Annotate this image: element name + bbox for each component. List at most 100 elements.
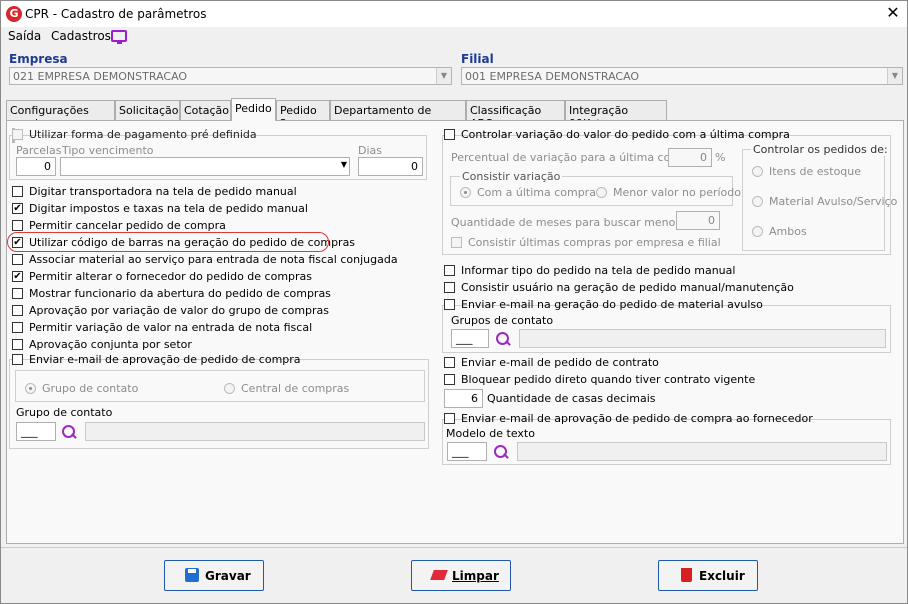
- checkbox-box[interactable]: [12, 288, 23, 299]
- chevron-down-icon[interactable]: ▼: [341, 160, 347, 169]
- checkbox-box[interactable]: [444, 282, 455, 293]
- checkbox-label: Enviar e-mail na geração do pedido de ma…: [461, 298, 763, 311]
- radio-dot[interactable]: [752, 196, 763, 207]
- checkbox-label: Utilizar forma de pagamento pré definida: [29, 128, 257, 141]
- checkbox-box[interactable]: [12, 186, 23, 197]
- check-email-avulso[interactable]: Enviar e-mail na geração do pedido de ma…: [444, 298, 763, 313]
- tab-cotacao[interactable]: Cotação: [180, 100, 231, 120]
- modelo-texto-desc-field: [517, 442, 887, 461]
- chevron-down-icon[interactable]: ▼: [436, 68, 451, 84]
- radio-dot[interactable]: [460, 187, 471, 198]
- excluir-label: Excluir: [699, 569, 745, 583]
- filial-select[interactable]: 001 EMPRESA DEMONSTRACAO ▼: [461, 67, 903, 85]
- check-email-aprovacao[interactable]: Enviar e-mail de aprovação de pedido de …: [12, 353, 301, 368]
- radio-dot[interactable]: [596, 187, 607, 198]
- tab-pedido-2[interactable]: Pedido 2: [276, 100, 330, 130]
- checkbox-box[interactable]: [451, 237, 462, 248]
- gravar-label: Gravar: [205, 569, 251, 583]
- radio-label: Ambos: [769, 225, 807, 238]
- menu-cadastros[interactable]: Cadastros: [51, 29, 111, 43]
- modelo-texto-code-input[interactable]: ___: [447, 442, 487, 461]
- check-controlar-variacao[interactable]: Controlar variação do valor do pedido co…: [444, 128, 790, 143]
- grupos-contato-code-input[interactable]: ___: [451, 329, 489, 348]
- checkbox-box[interactable]: [444, 413, 455, 424]
- checkbox-box[interactable]: [12, 354, 23, 365]
- checkbox-label: Permitir cancelar pedido de compra: [29, 219, 226, 232]
- parcelas-label: Parcelas: [16, 144, 62, 157]
- menu-bar: Saída Cadastros: [1, 27, 907, 47]
- tab-classificacao-abc[interactable]: Classificação ABC: [466, 100, 565, 130]
- radio-label: Grupo de contato: [42, 382, 139, 395]
- check-icon[interactable]: ✔: [12, 271, 23, 282]
- monitor-icon[interactable]: [111, 30, 127, 44]
- radio-label: Menor valor no período: [613, 186, 742, 199]
- checkbox-box[interactable]: [12, 339, 23, 350]
- radio-label: Central de compras: [241, 382, 350, 395]
- save-icon: [185, 568, 199, 582]
- gravar-button[interactable]: Gravar: [164, 560, 264, 591]
- filial-label: Filial: [461, 52, 494, 66]
- empresa-value: 021 EMPRESA DEMONSTRACAO: [13, 70, 188, 83]
- percent-sign: %: [715, 151, 726, 164]
- radio-label: Itens de estoque: [769, 165, 862, 178]
- checkbox-box[interactable]: [444, 129, 455, 140]
- radio-dot[interactable]: [752, 166, 763, 177]
- limpar-button[interactable]: Limpar: [411, 560, 511, 591]
- checkbox-label: Mostrar funcionario da abertura do pedid…: [29, 287, 331, 300]
- forma-pagamento-checkbox[interactable]: Utilizar forma de pagamento pré definida: [12, 128, 257, 143]
- close-icon[interactable]: ✕: [883, 3, 903, 23]
- tab-pedido[interactable]: Pedido: [231, 98, 276, 121]
- search-icon[interactable]: [492, 443, 510, 461]
- quantidade-meses-input[interactable]: 0: [676, 211, 720, 230]
- radio-label: Material Avulso/Serviço: [769, 195, 898, 208]
- check-email-fornecedor[interactable]: Enviar e-mail de aprovação de pedido de …: [444, 412, 813, 427]
- tab-configuracoes-gerais[interactable]: Configurações gerais: [6, 100, 115, 130]
- checkbox-box[interactable]: [444, 299, 455, 310]
- quantidade-meses-label: Quantidade de meses para buscar menor va…: [451, 216, 711, 229]
- tab-solicitacao[interactable]: Solicitação: [115, 100, 180, 120]
- radio-dot[interactable]: [224, 383, 235, 394]
- checkbox-label: Enviar e-mail de aprovação de pedido de …: [461, 412, 813, 425]
- tipo-vencimento-select[interactable]: ▼: [60, 157, 350, 176]
- radio-label: Com a última compra: [477, 186, 596, 199]
- checkbox-box[interactable]: [12, 220, 23, 231]
- check-icon[interactable]: ✔: [12, 203, 23, 214]
- checkbox-box[interactable]: [444, 265, 455, 276]
- radio-dot[interactable]: [25, 383, 36, 394]
- radio-dot[interactable]: [752, 226, 763, 237]
- app-logo-icon: G: [6, 6, 22, 22]
- chevron-down-icon[interactable]: ▼: [887, 68, 902, 84]
- menu-saida[interactable]: Saída: [8, 29, 41, 43]
- empresa-label: Empresa: [9, 52, 68, 66]
- window: G CPR - Cadastro de parâmetros ✕ Saída C…: [0, 0, 908, 604]
- checkbox-box[interactable]: [444, 374, 455, 385]
- divider: [1, 547, 907, 548]
- eraser-icon: [430, 570, 448, 580]
- excluir-button[interactable]: Excluir: [658, 560, 758, 591]
- trash-icon: [681, 568, 692, 582]
- tab-departamento-compras[interactable]: Departamento de compras: [330, 100, 466, 130]
- parcelas-input[interactable]: 0: [16, 157, 56, 176]
- grupo-contato-code-input[interactable]: ___: [16, 422, 56, 441]
- checkbox-box[interactable]: [12, 305, 23, 316]
- percentual-input[interactable]: 0: [668, 148, 712, 167]
- checkbox-label: Enviar e-mail de aprovação de pedido de …: [29, 353, 301, 366]
- checkbox-box[interactable]: [12, 322, 23, 333]
- checkbox-box[interactable]: [12, 254, 23, 265]
- grupos-contato-label: Grupos de contato: [451, 314, 554, 327]
- checkbox-label: Aprovação por variação de valor do grupo…: [29, 304, 330, 317]
- checkbox-box[interactable]: [444, 357, 455, 368]
- limpar-label: Limpar: [452, 569, 499, 583]
- search-icon[interactable]: [494, 330, 512, 348]
- checkbox-label: Aprovação conjunta por setor: [29, 338, 192, 351]
- tipo-vencimento-label: Tipo vencimento: [62, 144, 154, 157]
- checkbox-label: Controlar variação do valor do pedido co…: [461, 128, 790, 141]
- checkbox-box[interactable]: [12, 129, 23, 140]
- dias-input[interactable]: 0: [358, 157, 423, 176]
- search-icon[interactable]: [60, 423, 78, 441]
- highlight-annotation: [7, 232, 329, 252]
- percentual-label: Percentual de variação para a última com…: [451, 151, 700, 164]
- empresa-select[interactable]: 021 EMPRESA DEMONSTRACAO ▼: [9, 67, 452, 85]
- casas-decimais-input[interactable]: 6: [444, 389, 483, 408]
- tab-integracao-99kote[interactable]: Integração 99Kote: [565, 100, 667, 130]
